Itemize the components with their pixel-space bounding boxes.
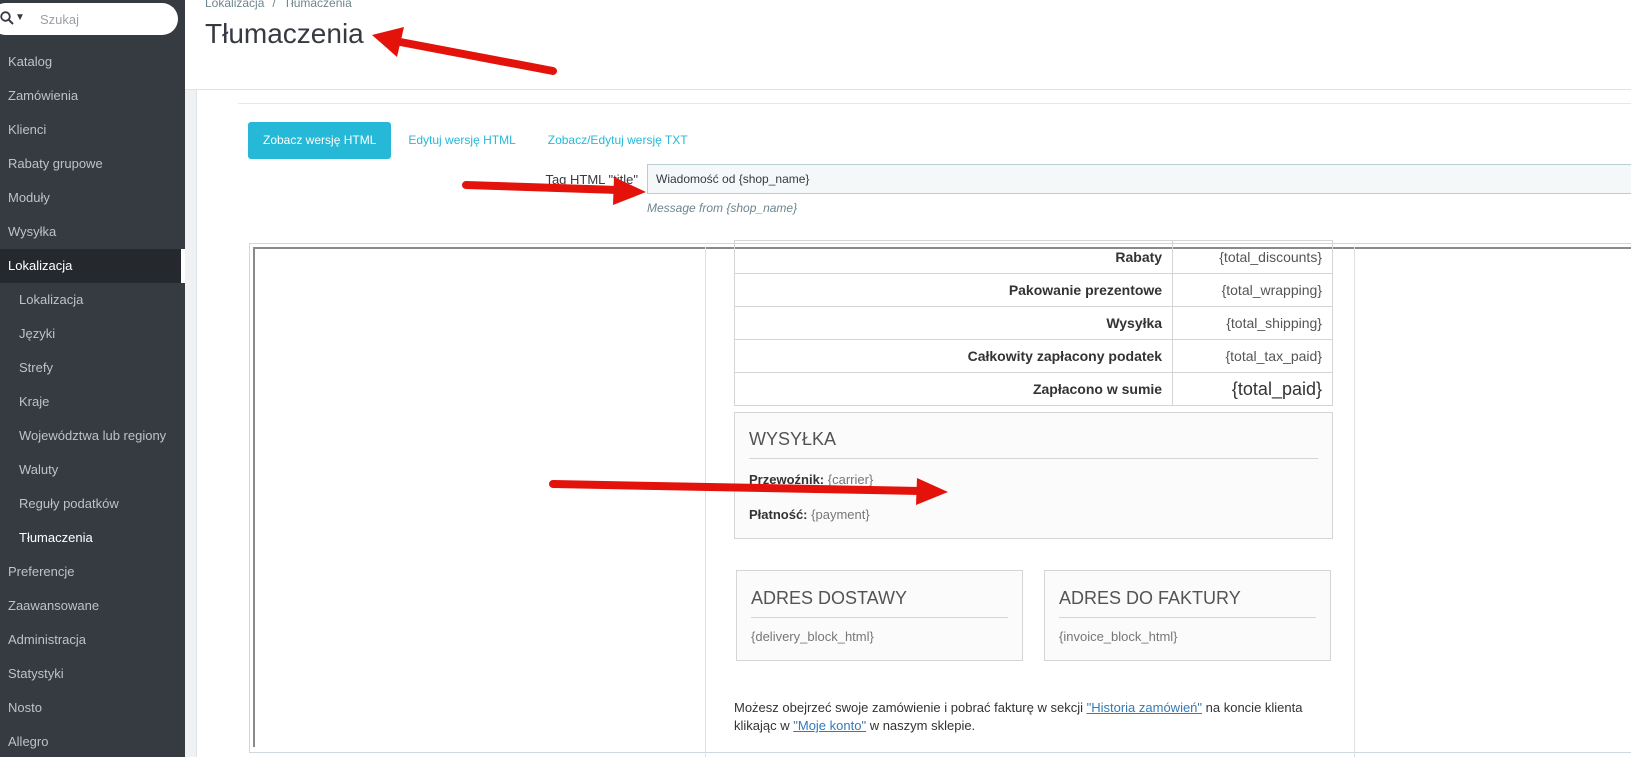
invoice-address-value: {invoice_block_html} [1059, 629, 1178, 644]
divider [751, 617, 1008, 618]
sidebar: ▼ Katalog Zamówienia Klienci Rabaty grup… [0, 0, 185, 757]
sidebar-subitem-waluty[interactable]: Waluty [0, 453, 185, 487]
totals-value: {total_wrapping} [1172, 273, 1333, 307]
carrier-label: Przewoźnik: [749, 472, 825, 487]
sidebar-item-statystyki[interactable]: Statystyki [0, 657, 185, 691]
sidebar-item-klienci[interactable]: Klienci [0, 113, 185, 147]
sidebar-nav: Katalog Zamówienia Klienci Rabaty grupow… [0, 45, 185, 757]
page-title: Tłumaczenia [205, 18, 364, 49]
email-footer-text: Możesz obejrzeć swoje zamówienie i pobra… [734, 699, 1334, 735]
my-account-link[interactable]: "Moje konto" [793, 718, 866, 733]
invoice-address-title: ADRES DO FAKTURY [1059, 588, 1241, 608]
shipping-title: WYSYŁKA [749, 413, 1318, 459]
invoice-address-box: ADRES DO FAKTURY {invoice_block_html} [1044, 570, 1331, 661]
totals-table: Rabaty {total_discounts} Pakowanie preze… [733, 240, 1333, 406]
sidebar-item-allegro[interactable]: Allegro [0, 725, 185, 757]
search-box[interactable]: ▼ [0, 3, 178, 35]
view-tabs: Zobacz wersję HTML Edytuj wersję HTML Zo… [248, 122, 705, 159]
sidebar-subitem-kraje[interactable]: Kraje [0, 385, 185, 419]
payment-value: {payment} [811, 507, 870, 522]
sidebar-item-administracja[interactable]: Administracja [0, 623, 185, 657]
sidebar-subitem-strefy[interactable]: Strefy [0, 351, 185, 385]
carrier-value: {carrier} [827, 472, 874, 487]
sidebar-item-moduly[interactable]: Moduły [0, 181, 185, 215]
totals-value: {total_paid} [1172, 372, 1333, 406]
totals-value: {total_tax_paid} [1172, 339, 1333, 373]
totals-label: Zapłacono w sumie [733, 372, 1174, 406]
sidebar-item-nosto[interactable]: Nosto [0, 691, 185, 725]
sidebar-item-katalog[interactable]: Katalog [0, 45, 185, 79]
sidebar-subitem-jezyki[interactable]: Języki [0, 317, 185, 351]
delivery-address-box: ADRES DOSTAWY {delivery_block_html} [736, 570, 1023, 661]
totals-value: {total_discounts} [1172, 240, 1333, 274]
delivery-address-value: {delivery_block_html} [751, 629, 874, 644]
sidebar-subitem-lokalizacja[interactable]: Lokalizacja [0, 283, 185, 317]
table-row: Rabaty {total_discounts} [733, 240, 1333, 274]
totals-label: Całkowity zapłacony podatek [733, 339, 1174, 373]
table-row: Całkowity zapłacony podatek {total_tax_p… [733, 339, 1333, 373]
sidebar-item-zaawansowane[interactable]: Zaawansowane [0, 589, 185, 623]
tab-view-edit-txt[interactable]: Zobacz/Edytuj wersję TXT [533, 122, 703, 159]
breadcrumb-item[interactable]: Lokalizacja [205, 0, 264, 10]
payment-label: Płatność: [749, 507, 808, 522]
sidebar-subitem-wojewodztwa[interactable]: Województwa lub regiony [0, 419, 185, 453]
caret-down-icon[interactable]: ▼ [15, 12, 25, 23]
table-row: Zapłacono w sumie {total_paid} [733, 372, 1333, 406]
carrier-line: Przewoźnik: {carrier} [749, 472, 873, 487]
title-tag-help: Message from {shop_name} [647, 201, 798, 215]
breadcrumb-item-current: Tłumaczenia [283, 0, 352, 10]
sidebar-item-rabaty-grupowe[interactable]: Rabaty grupowe [0, 147, 185, 181]
title-tag-input[interactable] [647, 164, 1631, 194]
totals-label: Pakowanie prezentowe [733, 273, 1174, 307]
search-icon[interactable] [0, 11, 14, 25]
shipping-box: WYSYŁKA Przewoźnik: {carrier} Płatność: … [734, 412, 1333, 539]
order-history-link[interactable]: "Historia zamówień" [1087, 700, 1202, 715]
delivery-address-title: ADRES DOSTAWY [751, 588, 908, 608]
totals-label: Rabaty [733, 240, 1174, 274]
title-tag-label: Tag HTML "title" [545, 172, 638, 187]
footer-text-part: w naszym sklepie. [866, 718, 976, 733]
sidebar-item-preferencje[interactable]: Preferencje [0, 555, 185, 589]
arrow-to-title-icon [372, 27, 557, 75]
totals-label: Wysyłka [733, 306, 1174, 340]
search-input[interactable] [40, 9, 170, 29]
totals-value: {total_shipping} [1172, 306, 1333, 340]
sidebar-item-lokalizacja[interactable]: Lokalizacja [0, 249, 185, 283]
sidebar-subitem-reguly-podatkow[interactable]: Reguły podatków [0, 487, 185, 521]
breadcrumb-separator: / [272, 0, 276, 10]
divider [1059, 617, 1316, 618]
table-row: Pakowanie prezentowe {total_wrapping} [733, 273, 1333, 307]
sidebar-item-wysylka[interactable]: Wysyłka [0, 215, 185, 249]
sidebar-subitem-tlumaczenia[interactable]: Tłumaczenia [0, 521, 185, 555]
sidebar-item-zamowienia[interactable]: Zamówienia [0, 79, 185, 113]
footer-text-part: Możesz obejrzeć swoje zamówienie i pobra… [734, 700, 1087, 715]
panel-divider [238, 103, 1631, 104]
tab-view-html[interactable]: Zobacz wersję HTML [248, 122, 392, 159]
breadcrumb: Lokalizacja / Tłumaczenia [205, 0, 352, 10]
payment-line: Płatność: {payment} [749, 507, 870, 522]
tab-edit-html[interactable]: Edytuj wersję HTML [393, 122, 530, 159]
table-row: Wysyłka {total_shipping} [733, 306, 1333, 340]
